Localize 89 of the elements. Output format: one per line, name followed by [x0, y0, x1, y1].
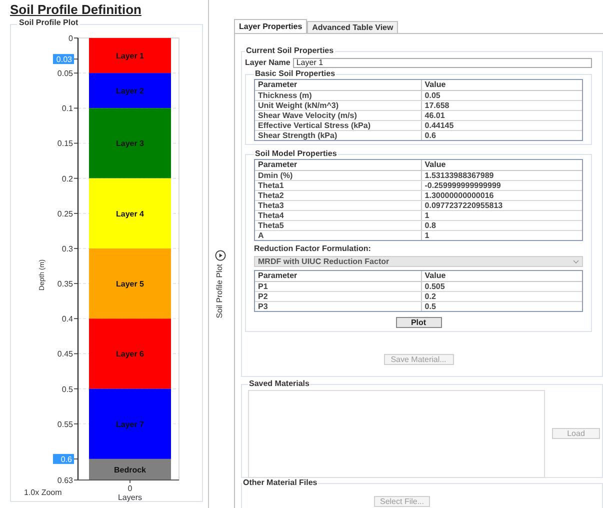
tick-label: 0.35: [57, 280, 73, 289]
table-cell-text: 0.05: [424, 91, 442, 100]
table-cell: P3: [255, 302, 422, 311]
tick-label: 0.4: [62, 314, 73, 324]
page-title: Soil Profile Definition: [10, 2, 142, 17]
side-tab[interactable]: Soil Profile Plot: [215, 264, 225, 318]
table-cell-text: 0.44145: [424, 121, 455, 130]
layer-label: Layer 7: [116, 420, 144, 429]
soil-layer-bar[interactable]: [89, 38, 171, 74]
zoom-label: 1.0x Zoom: [24, 488, 62, 498]
tick-mark: [74, 353, 78, 354]
table-cell: P1: [255, 282, 422, 291]
tick-label: 0.55: [57, 420, 73, 429]
group-title: Other Material Files: [242, 478, 318, 488]
tick-label: 0.3: [62, 244, 73, 254]
layer-label: Layer 4: [116, 209, 144, 218]
tick-mark: [74, 318, 78, 320]
table-cell-text: 0.2: [424, 292, 437, 301]
tick-label: 0.63: [57, 476, 73, 485]
table-cell-text: 1: [424, 211, 430, 220]
table-cell-text: 0.0977237220955813: [424, 201, 504, 210]
tick-label: 0.15: [57, 139, 73, 148]
table-cell-text: 0.505: [424, 282, 446, 291]
layer-label: Layer 5: [116, 280, 144, 289]
plot-button[interactable]: Plot: [396, 317, 442, 328]
tab[interactable]: Layer Properties: [234, 19, 308, 33]
table-cell-text: 46.01: [424, 111, 446, 120]
tick-mark: [74, 248, 78, 249]
tick-mark: [74, 108, 78, 109]
tick-mark: [74, 142, 78, 144]
saved-materials-list[interactable]: [248, 390, 545, 478]
table-cell-text: 0.6: [424, 131, 437, 140]
tick-mark: [74, 213, 78, 214]
field-label: Reduction Factor Formulation:: [254, 244, 372, 254]
table-cell-text: 0.8: [424, 221, 437, 230]
table-cell: Theta1: [255, 181, 422, 190]
tick-label: 0: [68, 34, 73, 43]
layer-label: Bedrock: [114, 465, 146, 474]
tick-mark: [74, 458, 78, 460]
group-title: Basic Soil Properties: [254, 69, 336, 79]
table-cell-text: 1.53133988367989: [424, 171, 495, 180]
tick-mark: [74, 178, 78, 179]
tick-label: 0.1: [62, 104, 73, 114]
tick-label: 0: [128, 484, 132, 493]
chevron-down-icon: [573, 260, 579, 264]
tick-mark: [74, 58, 78, 60]
table-cell: Effective Vertical Stress (kPa): [255, 121, 422, 130]
table-cell-text: -0.259999999999999: [424, 181, 502, 190]
table-cell-text: 1.30000000000016: [424, 191, 495, 200]
tick-mark: [74, 72, 78, 74]
tick-label: 0.25: [57, 209, 73, 218]
tab[interactable]: Advanced Table View: [307, 21, 398, 33]
table-cell: Dmin (%): [255, 171, 422, 180]
table-cell: Theta2: [255, 191, 422, 200]
soil-layer-bar[interactable]: [89, 458, 171, 480]
reduction-dropdown[interactable]: MRDF with UIUC Reduction Factor: [254, 256, 583, 267]
tick-label: 0.05: [57, 69, 73, 78]
play-circle-icon[interactable]: [214, 250, 226, 261]
panel-title: Soil Profile Plot: [17, 18, 80, 28]
table-cell: A: [255, 231, 422, 240]
group-title: Current Soil Properties: [245, 46, 335, 56]
tick-label: 0.2: [62, 174, 73, 184]
table-cell-text: 17.658: [424, 101, 450, 110]
table-cell: Unit Weight (kN/m^3): [255, 101, 422, 110]
layer-label: Layer 3: [116, 139, 144, 148]
layer-label: Layer 6: [116, 350, 144, 359]
table-cell: Shear Wave Velocity (m/s): [255, 111, 422, 120]
table-cell: Theta3: [255, 201, 422, 210]
layer-label: Layer 2: [116, 86, 144, 96]
table-cell-text: 0.5: [424, 302, 437, 311]
table-cell: Shear Strength (kPa): [255, 131, 422, 140]
highlighted-depth-label: 0.03: [53, 54, 74, 64]
highlighted-depth-label: 0.6: [53, 454, 74, 464]
layer-label: Layer 1: [116, 52, 144, 61]
table-cell: Theta5: [255, 221, 422, 230]
group-title: Saved Materials: [248, 379, 310, 389]
table-cell: Theta4: [255, 211, 422, 220]
table-cell: Thickness (m): [255, 91, 422, 100]
tick-mark: [74, 423, 78, 424]
tick-label: 0.45: [57, 350, 73, 359]
table-cell-text: 1: [424, 231, 430, 240]
tick-mark: [74, 283, 78, 284]
field-label: Layer Name: [245, 58, 290, 68]
tick-mark: [74, 388, 78, 390]
table-cell: P2: [255, 292, 422, 301]
tick-label: 0.5: [62, 384, 73, 394]
group-title: Soil Model Properties: [254, 149, 338, 159]
axis-title: Layers: [118, 493, 142, 502]
layer-name-field[interactable]: Layer 1: [293, 58, 592, 68]
